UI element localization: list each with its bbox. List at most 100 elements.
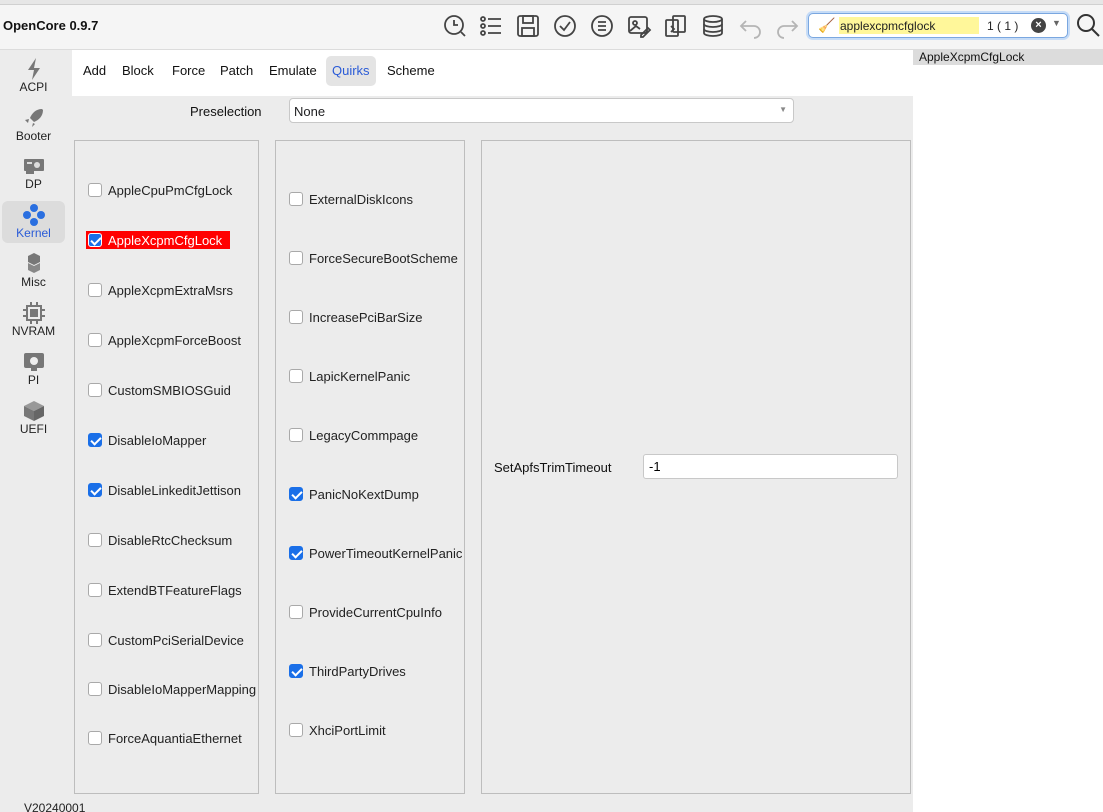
checkbox-applexcpmcfglock[interactable]: AppleXcpmCfgLock <box>86 231 231 249</box>
checkbox-applexcpmforceboost[interactable]: AppleXcpmForceBoost <box>88 331 241 349</box>
box-icon <box>23 401 44 421</box>
checkbox-box[interactable] <box>88 433 102 447</box>
sidebar-item-dp[interactable]: DP <box>2 152 65 194</box>
checkbox-applexcpmextramsrs[interactable]: AppleXcpmExtraMsrs <box>88 281 233 299</box>
checkbox-box[interactable] <box>289 310 303 324</box>
toolbar: OpenCore 0.9.7 🧹 1 ( 1 ) × ▼ <box>0 0 1103 50</box>
checkbox-box[interactable] <box>88 283 102 297</box>
compare-icon[interactable] <box>662 12 690 40</box>
clock-icon[interactable] <box>441 12 469 40</box>
checkbox-thirdpartydrives[interactable]: ThirdPartyDrives <box>289 662 406 680</box>
checkbox-box[interactable] <box>289 192 303 206</box>
checkbox-panicnokextdump[interactable]: PanicNoKextDump <box>289 485 419 503</box>
clear-icon[interactable]: × <box>1031 18 1046 33</box>
checkbox-applecpupmcfglock[interactable]: AppleCpuPmCfgLock <box>88 181 232 199</box>
cubes-icon <box>27 253 40 273</box>
checkbox-box[interactable] <box>289 428 303 442</box>
sidebar: ACPI Booter DP Kernel Misc NVRAM PI UEFI <box>0 50 70 800</box>
checkbox-box[interactable] <box>88 233 102 247</box>
save-icon[interactable] <box>514 12 542 40</box>
checkbox-legacycommpage[interactable]: LegacyCommpage <box>289 426 418 444</box>
checkbox-box[interactable] <box>88 183 102 197</box>
checkbox-box[interactable] <box>88 383 102 397</box>
tab-block[interactable]: Block <box>116 56 160 86</box>
tab-force[interactable]: Force <box>166 56 211 86</box>
checkbox-disableiomappermapping[interactable]: DisableIoMapperMapping <box>88 680 256 698</box>
checkbox-box[interactable] <box>88 731 102 745</box>
sidebar-item-booter[interactable]: Booter <box>2 104 65 146</box>
checkbox-disablelinkeditjettison[interactable]: DisableLinkeditJettison <box>88 481 241 499</box>
sidebar-item-nvram[interactable]: NVRAM <box>2 299 65 341</box>
list-gear-icon[interactable] <box>588 12 616 40</box>
checkbox-powertimeoutkernelpanic[interactable]: PowerTimeoutKernelPanic <box>289 544 462 562</box>
checkbox-box[interactable] <box>289 487 303 501</box>
quirks-panel-left: AppleCpuPmCfgLock AppleXcpmCfgLock Apple… <box>74 140 259 794</box>
database-icon[interactable] <box>699 12 727 40</box>
checkbox-box[interactable] <box>88 333 102 347</box>
app-title: OpenCore 0.9.7 <box>3 18 99 33</box>
checkbox-lapickernelpanic[interactable]: LapicKernelPanic <box>289 367 410 385</box>
preselection-label: Preselection <box>190 104 262 119</box>
tab-scheme[interactable]: Scheme <box>381 56 441 86</box>
search-input[interactable] <box>839 17 979 34</box>
chip-icon <box>22 302 45 324</box>
sidebar-item-misc[interactable]: Misc <box>2 250 65 292</box>
sidebar-item-uefi[interactable]: UEFI <box>2 397 65 439</box>
checkbox-box[interactable] <box>289 723 303 737</box>
version-label: V20240001 <box>24 801 86 812</box>
sidebar-item-acpi[interactable]: ACPI <box>2 55 65 97</box>
sidebar-item-kernel[interactable]: Kernel <box>2 201 65 243</box>
checkbox-box[interactable] <box>88 682 102 696</box>
search-field[interactable]: 🧹 1 ( 1 ) × ▼ <box>808 13 1068 38</box>
tab-quirks[interactable]: Quirks <box>326 56 376 86</box>
checkbox-externaldiskicons[interactable]: ExternalDiskIcons <box>289 190 413 208</box>
setapfstrimtimeout-label: SetApfsTrimTimeout <box>494 460 612 475</box>
tab-add[interactable]: Add <box>77 56 112 86</box>
checkbox-disablertcchecksum[interactable]: DisableRtcChecksum <box>88 531 232 549</box>
preselection-value: None <box>294 104 326 119</box>
checkbox-disableiomapper[interactable]: DisableIoMapper <box>88 431 206 449</box>
checkbox-box[interactable] <box>289 369 303 383</box>
rocket-icon <box>24 109 43 127</box>
quirks-panel-right: SetApfsTrimTimeout <box>481 140 911 794</box>
checkbox-providecurrentcpuinfo[interactable]: ProvideCurrentCpuInfo <box>289 603 442 621</box>
chevron-down-icon[interactable]: ▼ <box>1052 18 1061 28</box>
checkbox-forceaquantiaethernet[interactable]: ForceAquantiaEthernet <box>88 729 242 747</box>
tab-emulate[interactable]: Emulate <box>263 56 323 86</box>
setapfstrimtimeout-input[interactable] <box>643 454 898 479</box>
search-icon[interactable] <box>1075 12 1101 38</box>
sidebar-item-pi[interactable]: PI <box>2 348 65 390</box>
preselection-select[interactable]: None ▼ <box>289 98 794 123</box>
status-bar: V20240001 <box>0 800 913 812</box>
checkbox-customsmbiosguid[interactable]: CustomSMBIOSGuid <box>88 381 231 399</box>
search-match-count: 1 ( 1 ) <box>987 19 1019 33</box>
window-top-strip <box>0 0 1103 5</box>
tab-patch[interactable]: Patch <box>214 56 259 86</box>
checkbox-box[interactable] <box>289 546 303 560</box>
apple-icon <box>23 353 44 371</box>
tab-bar: Add Block Force Patch Emulate Quirks Sch… <box>72 50 913 96</box>
chevron-down-icon: ▼ <box>779 105 787 114</box>
checkbox-custompciserialdevice[interactable]: CustomPciSerialDevice <box>88 631 244 649</box>
checkbox-increasepcibarsize[interactable]: IncreasePciBarSize <box>289 308 422 326</box>
checkbox-box[interactable] <box>88 583 102 597</box>
undo-icon[interactable] <box>737 12 765 40</box>
quirks-panel-middle: ExternalDiskIcons ForceSecureBootScheme … <box>275 140 465 794</box>
search-result-item[interactable]: AppleXcpmCfgLock <box>913 50 1103 65</box>
image-edit-icon[interactable] <box>625 12 653 40</box>
checkbox-box[interactable] <box>289 251 303 265</box>
checkbox-forcesecurebootscheme[interactable]: ForceSecureBootScheme <box>289 249 458 267</box>
checkbox-box[interactable] <box>88 633 102 647</box>
main-panel: Add Block Force Patch Emulate Quirks Sch… <box>72 50 913 800</box>
redo-icon[interactable] <box>773 12 801 40</box>
check-circle-icon[interactable] <box>551 12 579 40</box>
search-results-panel: AppleXcpmCfgLock <box>913 50 1103 812</box>
checkbox-box[interactable] <box>289 605 303 619</box>
checkbox-box[interactable] <box>88 483 102 497</box>
checkbox-box[interactable] <box>88 533 102 547</box>
broom-icon[interactable]: 🧹 <box>818 17 835 34</box>
checkbox-xhciportlimit[interactable]: XhciPortLimit <box>289 721 386 739</box>
list-icon[interactable] <box>477 12 505 40</box>
checkbox-box[interactable] <box>289 664 303 678</box>
checkbox-extendbtfeatureflags[interactable]: ExtendBTFeatureFlags <box>88 581 242 599</box>
